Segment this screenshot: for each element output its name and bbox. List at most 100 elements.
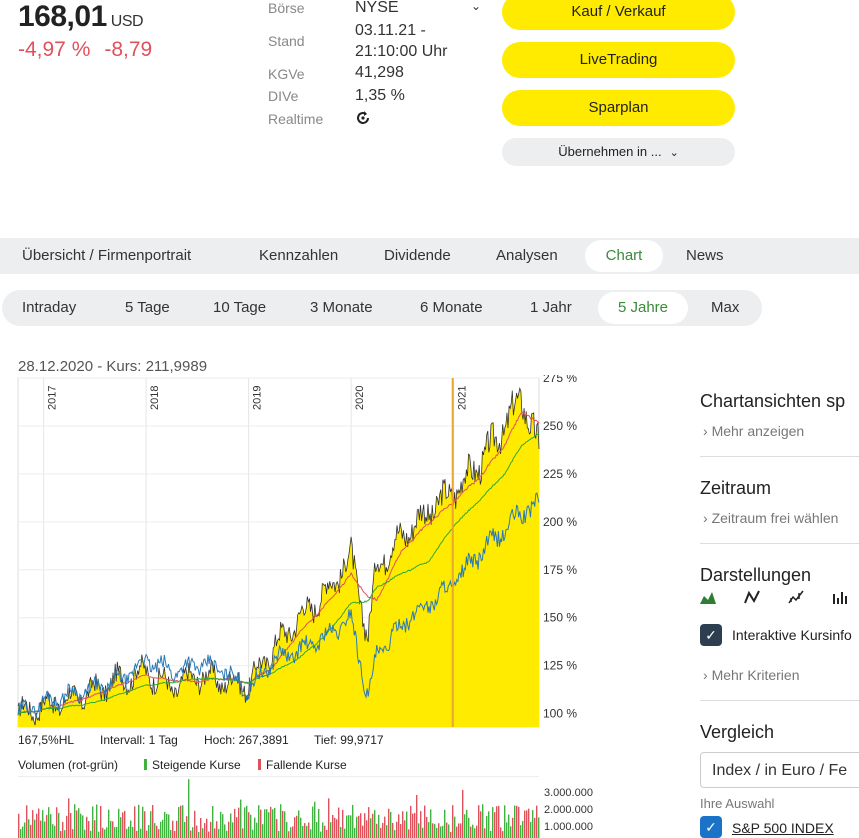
volume-bar bbox=[196, 825, 198, 838]
sp500-link[interactable]: S&P 500 INDEX bbox=[732, 820, 834, 836]
realtime-label: Realtime bbox=[268, 111, 324, 127]
savings-plan-button[interactable]: Sparplan bbox=[502, 90, 735, 126]
interactive-label: Interaktive Kursinfo bbox=[732, 627, 852, 643]
volume-bar bbox=[140, 828, 142, 838]
stat-hl: 167,5%HL bbox=[18, 733, 75, 747]
volume-bar bbox=[446, 822, 448, 838]
volume-bar bbox=[528, 808, 530, 838]
volume-bar bbox=[478, 805, 480, 838]
volume-bar bbox=[74, 804, 76, 838]
sp500-checkbox[interactable]: ✓ bbox=[700, 816, 722, 838]
volume-bar bbox=[246, 805, 248, 838]
volume-bar bbox=[506, 822, 508, 838]
stat-high: Hoch: 267,3891 bbox=[204, 733, 289, 747]
more-criteria-label: Mehr Kriterien bbox=[711, 667, 800, 683]
stat-interval: Intervall: 1 Tag bbox=[100, 733, 178, 747]
volume-bar bbox=[166, 813, 168, 838]
volume-bar bbox=[324, 825, 326, 838]
exchange-select[interactable]: NYSE ⌄ bbox=[355, 0, 481, 17]
volume-bar bbox=[24, 822, 26, 838]
volume-bar bbox=[290, 827, 292, 838]
live-trading-button[interactable]: LiveTrading bbox=[502, 42, 735, 78]
volume-bar bbox=[488, 811, 490, 838]
tab-analysen[interactable]: Analysen bbox=[496, 238, 558, 274]
volume-bar bbox=[204, 823, 206, 838]
volume-bar bbox=[320, 831, 322, 838]
candlestick-chart-icon[interactable] bbox=[832, 590, 848, 609]
volume-bar bbox=[278, 831, 280, 838]
volume-bar bbox=[360, 813, 362, 838]
ohlc-chart-icon[interactable] bbox=[788, 590, 804, 609]
volume-bar bbox=[342, 809, 344, 838]
price-chart[interactable]: 275 % 250 % 225 % 200 % 175 % 150 % 125 % 100 %… bbox=[0, 375, 600, 730]
volume-bar bbox=[522, 820, 524, 838]
display-title: Darstellungen bbox=[700, 565, 812, 585]
compare-select[interactable]: Index / in Euro / Fe bbox=[700, 752, 859, 788]
refresh-icon[interactable] bbox=[355, 110, 371, 131]
more-criteria-link[interactable]: › Mehr Kriterien bbox=[703, 667, 799, 683]
currency: USD bbox=[110, 13, 144, 30]
volume-bar bbox=[250, 814, 252, 838]
year-label: 2017 bbox=[47, 386, 59, 410]
tf-1-year[interactable]: 1 Jahr bbox=[530, 290, 572, 326]
volume-bar bbox=[298, 810, 300, 838]
tf-max[interactable]: Max bbox=[711, 290, 739, 326]
volume-bar bbox=[174, 830, 176, 838]
tab-dividende[interactable]: Dividende bbox=[384, 238, 451, 274]
tf-6-months[interactable]: 6 Monate bbox=[420, 290, 483, 326]
falling-legend: Fallende Kurse bbox=[258, 758, 347, 772]
volume-bar bbox=[18, 813, 20, 838]
volume-bar bbox=[254, 817, 256, 838]
dive-label: DIVe bbox=[268, 88, 299, 104]
volume-bar bbox=[138, 804, 140, 838]
mountain-chart-icon[interactable] bbox=[700, 590, 716, 609]
tab-news[interactable]: News bbox=[686, 238, 724, 274]
volume-bar bbox=[258, 805, 260, 838]
year-label: 2021 bbox=[457, 386, 469, 410]
volume-bar bbox=[72, 829, 74, 838]
volume-bar bbox=[412, 813, 414, 838]
volume-bar bbox=[26, 805, 28, 838]
free-period-label: Zeitraum frei wählen bbox=[711, 510, 839, 526]
tf-5-years[interactable]: 5 Jahre bbox=[598, 292, 688, 324]
volume-bar bbox=[350, 815, 352, 838]
free-period-link[interactable]: › Zeitraum frei wählen bbox=[703, 510, 838, 526]
volume-bar bbox=[212, 806, 214, 838]
volume-bar bbox=[188, 779, 190, 838]
volume-bar bbox=[294, 817, 296, 838]
volume-bar bbox=[220, 811, 222, 838]
tab-chart[interactable]: Chart bbox=[585, 240, 663, 272]
volume-bar bbox=[474, 828, 476, 838]
interactive-checkbox[interactable]: ✓ bbox=[700, 624, 722, 646]
volume-bar bbox=[526, 810, 528, 838]
more-link[interactable]: › Mehr anzeigen bbox=[703, 423, 804, 439]
y-tick-label: 100 % bbox=[543, 707, 577, 721]
buy-sell-button[interactable]: Kauf / Verkauf bbox=[502, 0, 735, 30]
volume-bar bbox=[384, 816, 386, 838]
volume-bar bbox=[56, 807, 58, 838]
volume-tick-label: 2.000.000 bbox=[544, 804, 593, 816]
volume-bar bbox=[308, 822, 310, 838]
volume-bar bbox=[270, 806, 272, 838]
volume-bar bbox=[88, 821, 90, 838]
line-chart-icon[interactable] bbox=[744, 590, 760, 609]
tab-kennzahlen[interactable]: Kennzahlen bbox=[259, 238, 338, 274]
volume-bar bbox=[382, 822, 384, 838]
volume-bar bbox=[422, 827, 424, 838]
volume-bar bbox=[358, 815, 360, 838]
volume-chart: 3.000.000 2.000.000 1.000.000 bbox=[18, 776, 593, 838]
tf-intraday[interactable]: Intraday bbox=[22, 290, 76, 326]
volume-bar bbox=[194, 810, 196, 838]
volume-bar bbox=[348, 815, 350, 838]
year-label: 2020 bbox=[354, 386, 366, 410]
volume-bar bbox=[424, 805, 426, 838]
volume-bar bbox=[492, 807, 494, 838]
tab-overview[interactable]: Übersicht / Firmenportrait bbox=[22, 238, 191, 274]
adopt-button[interactable]: Übernehmen in ... ⌄ bbox=[502, 138, 735, 166]
tf-5-days[interactable]: 5 Tage bbox=[125, 290, 170, 326]
tf-10-days[interactable]: 10 Tage bbox=[213, 290, 266, 326]
tf-3-months[interactable]: 3 Monate bbox=[310, 290, 373, 326]
volume-bar bbox=[370, 818, 372, 838]
volume-bar bbox=[142, 806, 144, 838]
volume-bar bbox=[362, 825, 364, 838]
